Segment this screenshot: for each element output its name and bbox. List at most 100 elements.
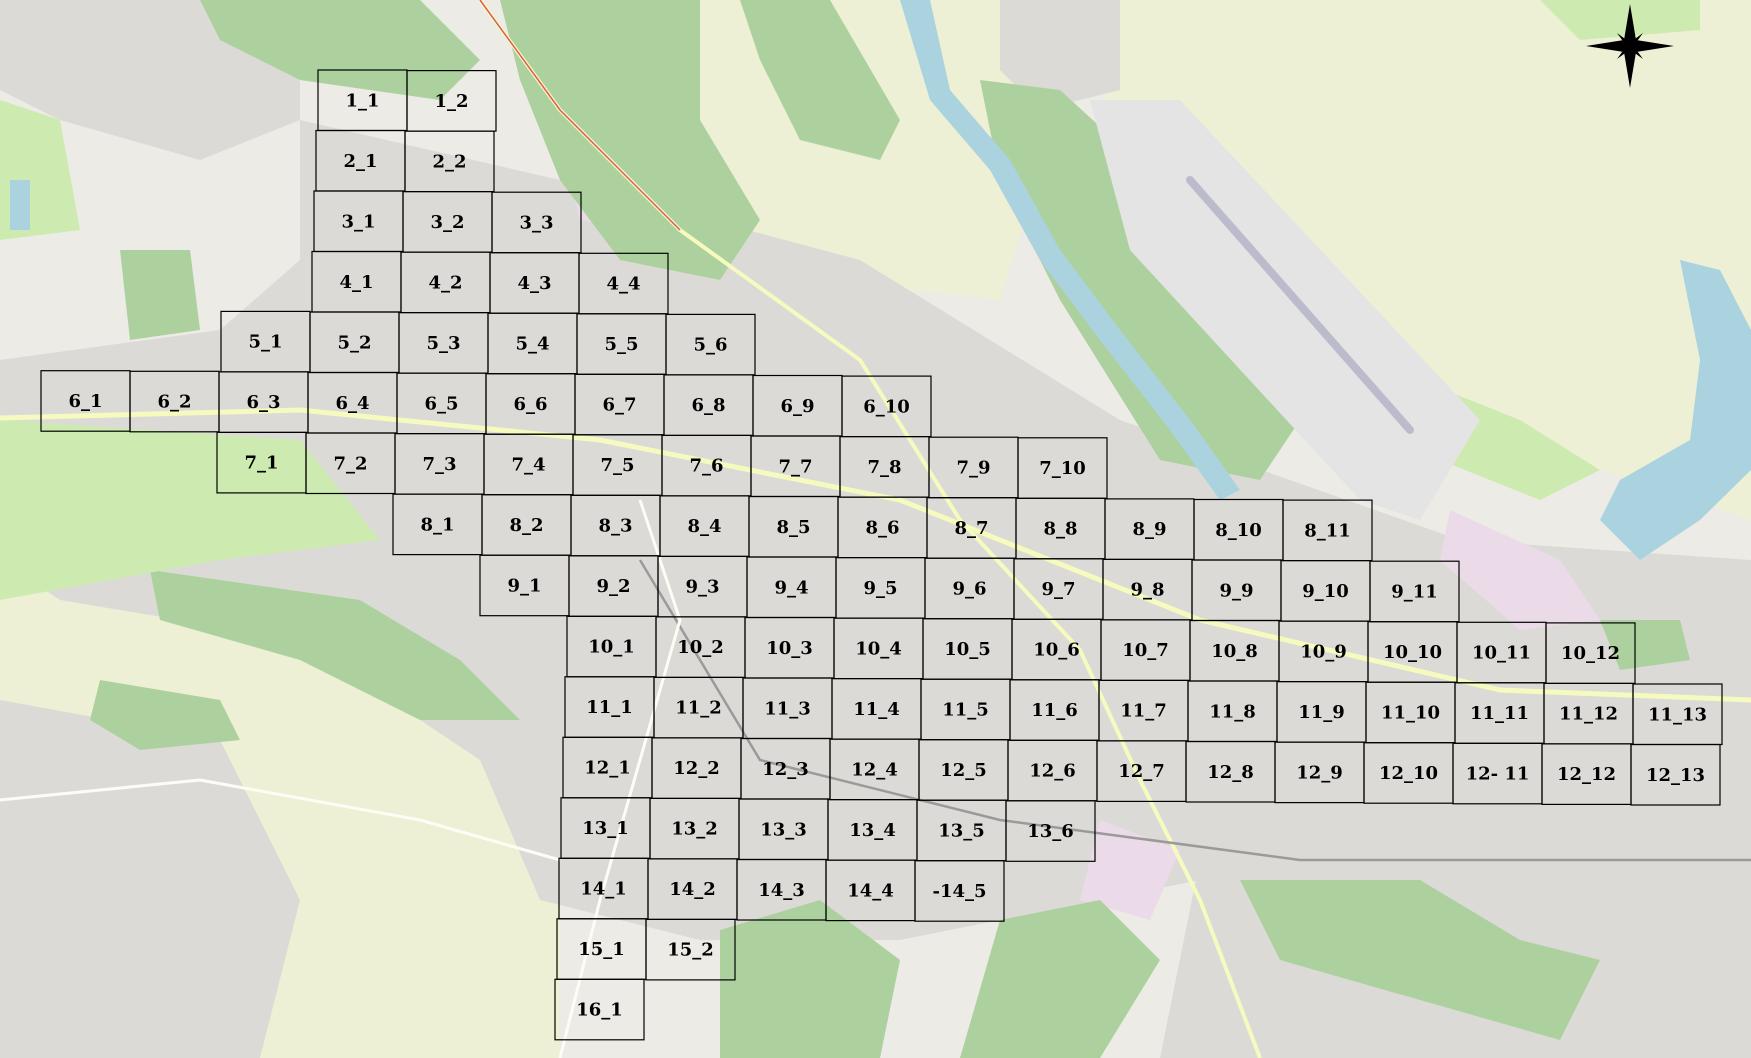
grid-cell-label: 7_8 (867, 457, 901, 478)
grid-cell-label: 7_6 (689, 456, 723, 477)
grid-cell-label: 7_7 (778, 456, 812, 477)
grid-cell-label: 8_11 (1304, 520, 1351, 541)
grid-cell-label: 12_3 (762, 759, 809, 780)
grid-cell-label: 9_6 (952, 579, 986, 600)
grid-cell-label: 9_10 (1302, 581, 1349, 602)
grid-cell-label: 11_5 (942, 700, 989, 721)
grid-cell-label: 3_3 (519, 212, 553, 233)
grid-cell-label: 4_4 (606, 274, 640, 295)
grid-cell-label: 8_10 (1215, 520, 1262, 541)
grid-cell-label: 13_4 (849, 820, 896, 841)
grid-cell-label: 6_5 (424, 393, 458, 414)
grid-cell-label: 10_9 (1300, 641, 1347, 662)
grid-cell-label: 11_12 (1559, 704, 1618, 725)
grid-cell-label: 3_1 (341, 211, 375, 232)
grid-cell-label: -14_5 (932, 881, 986, 902)
grid-cell-label: 13_5 (938, 821, 985, 842)
grid-cell-label: 8_2 (509, 515, 543, 536)
grid-cell-label: 8_8 (1043, 519, 1077, 540)
grid-cell-label: 9_11 (1391, 582, 1438, 603)
grid-cell-label: 6_6 (513, 394, 547, 415)
grid-cell-label: 14_1 (580, 879, 627, 900)
grid-cell-label: 12_5 (940, 760, 987, 781)
grid-cell-label: 6_4 (335, 393, 369, 414)
grid-cell-label: 11_10 (1381, 703, 1440, 724)
grid-cell-label: 2_1 (343, 151, 377, 172)
grid-cell-label: 12_6 (1029, 761, 1076, 782)
grid-cell-label: 10_2 (677, 637, 724, 658)
grid-cell-label: 10_6 (1033, 640, 1080, 661)
grid-cell-label: 7_3 (422, 454, 456, 475)
grid-cell-label: 11_4 (853, 699, 900, 720)
grid-cell-label: 10_8 (1211, 641, 1258, 662)
grid-cell-label: 10_3 (766, 638, 813, 659)
grid-cell-label: 5_4 (515, 333, 549, 354)
grid-cell-label: 9_9 (1219, 580, 1253, 601)
grid-cell-label: 10_1 (588, 637, 635, 658)
grid-cell-label: 11_7 (1120, 701, 1167, 722)
grid-cell-label: 12_13 (1646, 765, 1705, 786)
grid-cell-label: 6_1 (68, 391, 102, 412)
grid-cell-label: 9_3 (685, 577, 719, 598)
grid-cell-label: 12- 11 (1466, 764, 1530, 785)
grid-cell-label: 6_2 (157, 392, 191, 413)
grid-cell-label: 10_11 (1472, 643, 1531, 664)
grid-cell-label: 11_1 (586, 697, 633, 718)
grid-cell-label: 6_3 (246, 392, 280, 413)
grid-cell-label: 10_7 (1122, 640, 1169, 661)
grid-cell-label: 11_13 (1648, 704, 1707, 725)
grid-cell-label: 8_3 (598, 516, 632, 537)
grid-cell-label: 5_3 (426, 333, 460, 354)
grid-cell-label: 14_2 (669, 879, 716, 900)
grid-cell-label: 12_12 (1557, 764, 1616, 785)
grid-cell-label: 12_4 (851, 759, 898, 780)
grid-cell-label: 9_1 (507, 576, 541, 597)
grid-cell-label: 8_5 (776, 517, 810, 538)
grid-cell-label: 5_1 (248, 332, 282, 353)
grid-cell-label: 4_2 (428, 272, 462, 293)
grid-cell-label: 7_9 (956, 457, 990, 478)
forest-area (120, 250, 200, 340)
grid-cell-label: 11_2 (675, 698, 722, 719)
grid-cell-label: 14_3 (758, 880, 805, 901)
grid-cell-label: 9_7 (1041, 579, 1075, 600)
grid-cell-label: 10_12 (1561, 643, 1620, 664)
grid-cell-label: 9_5 (863, 578, 897, 599)
grid-cell-label: 7_10 (1039, 458, 1086, 479)
grid-cell-label: 8_1 (420, 514, 454, 535)
grid-cell-label: 11_3 (764, 698, 811, 719)
grid-cell-label: 10_4 (855, 638, 902, 659)
grid-cell-label: 11_11 (1470, 703, 1529, 724)
grid-cell-label: 16_1 (576, 1000, 623, 1021)
grid-cell-label: 11_8 (1209, 701, 1256, 722)
grid-cell-label: 13_1 (582, 818, 629, 839)
grid-cell-label: 6_9 (780, 396, 814, 417)
grid-cell-label: 8_9 (1132, 519, 1166, 540)
grid-cell-label: 6_7 (602, 395, 636, 416)
grid-cell-label: 12_1 (584, 758, 631, 779)
grid-cell-label: 4_3 (517, 273, 551, 294)
grid-cell-label: 7_5 (600, 455, 634, 476)
grid-cell-label: 12_7 (1118, 761, 1165, 782)
grid-cell-label: 13_3 (760, 819, 807, 840)
grid-cell-label: 6_8 (691, 395, 725, 416)
grid-cell-label: 5_6 (693, 335, 727, 356)
grid-cell-label: 10_10 (1383, 642, 1442, 663)
grid-cell-label: 9_8 (1130, 580, 1164, 601)
grid-cell-label: 3_2 (430, 212, 464, 233)
grid-cell-label: 15_2 (667, 940, 714, 961)
grid-cell-label: 1_1 (345, 90, 379, 111)
city-map: 1_1 1_2 2_1 2_2 3_1 3_2 3_3 4_1 4_2 4_3 4_4 5_1 5_2 5… (0, 0, 1751, 1058)
grid-cell-label: 7_4 (511, 454, 545, 475)
grid-cell-label: 12_10 (1379, 763, 1438, 784)
grid-cell-label: 9_4 (774, 577, 808, 598)
grid-cell-label: 9_2 (596, 576, 630, 597)
grid-cell-label: 10_5 (944, 639, 991, 660)
grid-cell-label: 5_5 (604, 334, 638, 355)
grid-cell-label: 13_2 (671, 819, 718, 840)
pond (10, 180, 30, 230)
grid-cell-label: 7_1 (244, 453, 278, 474)
grid-cell-label: 8_7 (954, 518, 988, 539)
grid-cell-label: 7_2 (333, 453, 367, 474)
grid-cell-label: 5_2 (337, 332, 371, 353)
